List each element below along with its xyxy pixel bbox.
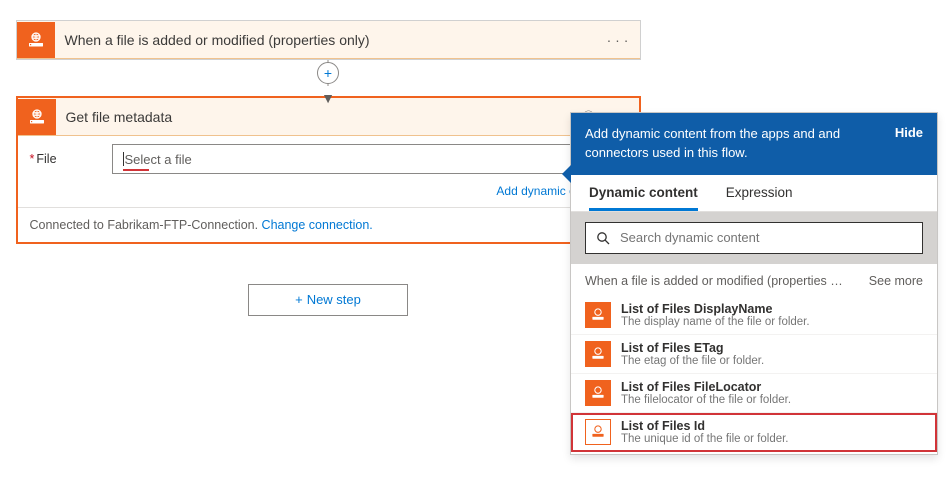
trigger-title: When a file is added or modified (proper… (65, 32, 604, 48)
ftp-item-icon (585, 302, 611, 328)
dc-item-title: List of Files ETag (621, 341, 923, 355)
dc-tabs: Dynamic content Expression (571, 175, 937, 212)
file-input-placeholder: Select a file (125, 152, 192, 167)
ftp-item-icon (585, 380, 611, 406)
arrow-down-icon: ▼ (321, 90, 335, 106)
dc-panel-header: Add dynamic content from the apps and an… (571, 113, 937, 175)
add-dynamic-content-link[interactable]: Add dynamic content+ (18, 180, 639, 207)
dc-item-etag[interactable]: List of Files ETag The etag of the file … (571, 335, 937, 374)
dc-item-title: List of Files Id (621, 419, 923, 433)
action-card[interactable]: Get file metadata ⓘ · · · *File Select a… (16, 96, 641, 244)
ftp-connector-icon (17, 22, 55, 58)
dc-item-title: List of Files FileLocator (621, 380, 923, 394)
connection-status: Connected to Fabrikam-FTP-Connection. Ch… (18, 207, 639, 242)
dc-item-title: List of Files DisplayName (621, 302, 923, 316)
search-icon (596, 231, 610, 245)
add-step-plus-button[interactable]: + (317, 62, 339, 84)
tab-dynamic-content[interactable]: Dynamic content (589, 185, 698, 211)
action-title: Get file metadata (66, 109, 575, 125)
dc-item-displayname[interactable]: List of Files DisplayName The display na… (571, 296, 937, 335)
trigger-menu-icon[interactable]: · · · (604, 32, 632, 48)
dc-item-desc: The display name of the file or folder. (621, 316, 923, 328)
see-more-link[interactable]: See more (869, 274, 923, 288)
ftp-item-icon (585, 341, 611, 367)
change-connection-link[interactable]: Change connection. (262, 218, 373, 232)
file-field-label: *File (30, 152, 104, 166)
dc-item-desc: The unique id of the file or folder. (621, 433, 923, 445)
callout-pointer (562, 165, 571, 183)
hide-panel-link[interactable]: Hide (895, 125, 923, 140)
dc-search-input[interactable] (620, 230, 912, 245)
ftp-connector-icon (18, 99, 56, 135)
file-input[interactable]: Select a file (112, 144, 627, 174)
new-step-button[interactable]: + New step (248, 284, 408, 316)
dc-search-box[interactable] (585, 222, 923, 254)
dynamic-content-panel: Add dynamic content from the apps and an… (570, 112, 938, 455)
tab-expression[interactable]: Expression (726, 185, 793, 211)
plus-icon: + (295, 292, 303, 307)
dc-item-desc: The etag of the file or folder. (621, 355, 923, 367)
trigger-header: When a file is added or modified (proper… (17, 21, 640, 59)
ftp-item-icon (585, 419, 611, 445)
trigger-card[interactable]: When a file is added or modified (proper… (16, 20, 641, 60)
dc-section-header: When a file is added or modified (proper… (571, 264, 937, 296)
dc-item-filelocator[interactable]: List of Files FileLocator The filelocato… (571, 374, 937, 413)
dc-item-id[interactable]: List of Files Id The unique id of the fi… (571, 413, 937, 452)
dc-item-desc: The filelocator of the file or folder. (621, 394, 923, 406)
